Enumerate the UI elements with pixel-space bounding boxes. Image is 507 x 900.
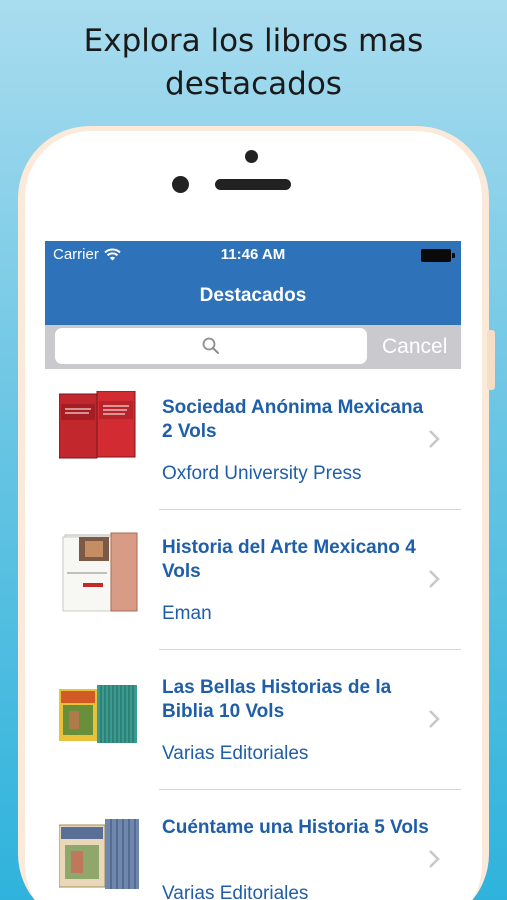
book-row[interactable]: Cuéntame una Historia 5 Vols Varias Edit…	[45, 789, 461, 900]
phone-side-button	[487, 330, 495, 390]
book-publisher: Oxford University Press	[162, 463, 362, 484]
book-publisher: Eman	[162, 603, 212, 624]
battery-icon	[421, 249, 455, 262]
search-bar: Cancel	[45, 325, 461, 369]
book-title: Sociedad Anónima Mexicana 2 Vols	[162, 397, 424, 442]
status-time: 11:46 AM	[220, 246, 286, 263]
search-field[interactable]	[55, 328, 367, 364]
book-cover-thumbnail	[59, 391, 136, 459]
chevron-right-icon	[429, 850, 440, 868]
chevron-right-icon	[429, 570, 440, 588]
book-row[interactable]: Sociedad Anónima Mexicana 2 Vols Oxford …	[45, 369, 461, 509]
promo-headline: Explora los libros mas destacados	[83, 23, 424, 102]
navigation-bar: Carrier 11:46 AM Destacados	[45, 241, 461, 325]
book-title: Las Bellas Historias de la Biblia 10 Vol…	[162, 677, 392, 722]
book-title: Cuéntame una Historia 5 Vols	[162, 817, 429, 838]
book-row[interactable]: Historia del Arte Mexicano 4 Vols Eman	[45, 509, 461, 649]
front-camera	[245, 150, 258, 163]
book-publisher: Varias Editoriales	[162, 883, 309, 900]
earpiece-speaker	[215, 179, 291, 190]
book-title: Historia del Arte Mexicano 4 Vols	[162, 537, 416, 582]
cancel-button[interactable]: Cancel	[382, 335, 447, 359]
chevron-right-icon	[429, 430, 440, 448]
app-screen: Carrier 11:46 AM Destacados Cancel Socie…	[45, 241, 461, 900]
book-row[interactable]: Las Bellas Historias de la Biblia 10 Vol…	[45, 649, 461, 789]
book-publisher: Varias Editoriales	[162, 743, 309, 764]
nav-title: Destacados	[199, 285, 307, 306]
chevron-right-icon	[429, 710, 440, 728]
book-list: Sociedad Anónima Mexicana 2 Vols Oxford …	[45, 369, 461, 900]
book-cover-thumbnail	[62, 532, 138, 612]
status-bar: Carrier 11:46 AM	[45, 241, 461, 269]
book-cover-thumbnail	[59, 819, 139, 889]
book-cover-thumbnail	[59, 685, 137, 743]
proximity-sensor	[172, 176, 189, 193]
